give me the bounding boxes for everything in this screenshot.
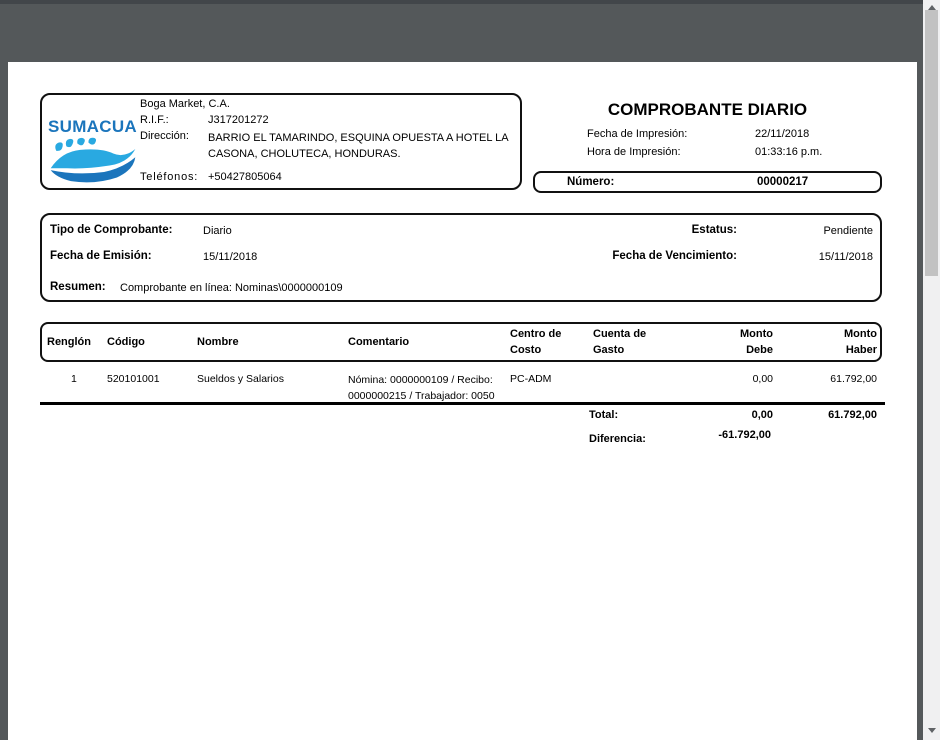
print-date-value: 22/11/2018 (755, 128, 809, 140)
phone-label: Teléfonos: (140, 171, 198, 183)
vertical-scrollbar[interactable] (923, 0, 940, 740)
address-value: BARRIO EL TAMARINDO, ESQUINA OPUESTA A H… (208, 130, 510, 162)
column-header-codigo: Código (107, 324, 145, 360)
type-value: Diario (203, 225, 232, 237)
window-top-edge (0, 0, 923, 4)
total-haber-value: 61.792,00 (782, 409, 877, 421)
status-value: Pendiente (823, 225, 873, 237)
column-header-comentario: Comentario (348, 324, 409, 360)
due-date-label: Fecha de Vencimiento: (612, 250, 737, 262)
column-header-cuenta-gasto: Cuenta de Gasto (593, 324, 651, 360)
company-logo-text: SUMACUA (48, 117, 137, 137)
column-header-monto-debe: Monto Debe (725, 324, 773, 360)
table-header-row: Renglón Código Nombre Comentario Centro … (40, 322, 882, 362)
column-header-renglon: Renglón (47, 324, 91, 360)
row-monto-debe: 0,00 (678, 373, 773, 385)
column-header-monto-haber: Monto Haber (829, 324, 877, 360)
print-time-label: Hora de Impresión: (587, 146, 681, 158)
address-label: Dirección: (140, 130, 189, 142)
type-label: Tipo de Comprobante: (50, 224, 172, 236)
emission-date-value: 15/11/2018 (203, 251, 257, 263)
summary-label: Resumen: (50, 281, 106, 293)
scroll-down-icon (928, 728, 936, 733)
scrollbar-thumb[interactable] (925, 10, 938, 276)
voucher-number-label: Número: (567, 176, 614, 188)
row-renglon: 1 (71, 373, 77, 385)
summary-value: Comprobante en línea: Nominas\0000000109 (120, 282, 343, 294)
row-codigo: 520101001 (107, 373, 160, 385)
diferencia-label: Diferencia: (589, 433, 646, 445)
voucher-number-box: Número: 00000217 (533, 171, 882, 193)
company-info-box: SUMACUA Boga Market, C.A. R.I.F.: J31720… (40, 93, 522, 190)
column-header-nombre: Nombre (197, 324, 239, 360)
scroll-down-button[interactable] (923, 723, 940, 738)
total-label: Total: (589, 409, 618, 421)
rif-label: R.I.F.: (140, 114, 169, 126)
total-debe-value: 0,00 (678, 409, 773, 421)
row-centro-costo: PC-ADM (510, 373, 551, 385)
wave-logo-icon (46, 137, 140, 183)
voucher-details-box: Tipo de Comprobante: Diario Estatus: Pen… (40, 213, 882, 302)
column-header-centro-costo: Centro de Costo (510, 324, 568, 360)
report-title: COMPROBANTE DIARIO (533, 100, 882, 120)
row-comentario: Nómina: 0000000109 / Recibo: 0000000215 … (348, 372, 508, 404)
emission-date-label: Fecha de Emisión: (50, 250, 152, 262)
row-monto-haber: 61.792,00 (782, 373, 877, 385)
report-page: SUMACUA Boga Market, C.A. R.I.F.: J31720… (8, 62, 917, 740)
phone-value: +50427805064 (208, 171, 282, 183)
status-label: Estatus: (692, 224, 737, 236)
company-name: Boga Market, C.A. (140, 98, 230, 110)
print-time-value: 01:33:16 p.m. (755, 146, 822, 158)
voucher-number-value: 00000217 (757, 176, 808, 188)
due-date-value: 15/11/2018 (819, 251, 873, 263)
print-date-label: Fecha de Impresión: (587, 128, 687, 140)
rif-value: J317201272 (208, 114, 269, 126)
row-nombre: Sueldos y Salarios (197, 373, 284, 385)
diferencia-value: -61.792,00 (671, 429, 771, 441)
table-total-divider (40, 402, 885, 405)
